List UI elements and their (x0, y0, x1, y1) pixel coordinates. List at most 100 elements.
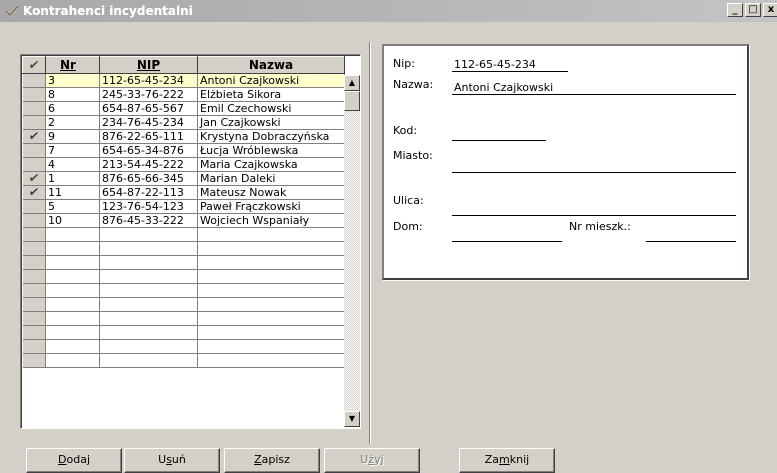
table-row[interactable]: 10 876-45-33-222 Wojciech Wspaniały (22, 213, 345, 228)
table-row[interactable]: 7 654-65-34-876 Łucja Wróblewska (22, 143, 345, 158)
empty-cell[interactable] (99, 311, 198, 326)
cell-nip[interactable]: 654-65-34-876 (99, 143, 198, 158)
table-row[interactable]: 8 245-33-76-222 Elżbieta Sikora (22, 87, 345, 102)
row-check-cell[interactable] (22, 311, 46, 326)
empty-cell[interactable] (45, 325, 100, 340)
cell-nr[interactable]: 11 (45, 185, 100, 200)
uzyj-button[interactable]: Użyj (324, 448, 420, 473)
cell-nazwa[interactable]: Krystyna Dobraczyńska (197, 129, 345, 144)
scroll-thumb[interactable] (344, 91, 360, 111)
row-check-cell[interactable] (22, 339, 46, 354)
empty-cell[interactable] (45, 227, 100, 242)
table-row[interactable]: 5 123-76-54-123 Paweł Frączkowski (22, 199, 345, 214)
empty-cell[interactable] (99, 255, 198, 270)
cell-nr[interactable]: 1 (45, 171, 100, 186)
empty-row[interactable] (22, 269, 345, 284)
empty-row[interactable] (22, 339, 345, 354)
contractors-grid[interactable]: ✔ Nr NIP Nazwa 3 112-65-45-234 Antoni Czaj… (20, 54, 361, 429)
empty-row[interactable] (22, 283, 345, 298)
empty-row[interactable] (22, 297, 345, 312)
cell-nip[interactable]: 245-33-76-222 (99, 87, 198, 102)
row-check-cell[interactable] (22, 73, 46, 88)
cell-nr[interactable]: 3 (45, 73, 100, 88)
cell-nr[interactable]: 10 (45, 213, 100, 228)
empty-cell[interactable] (99, 241, 198, 256)
scroll-up-button[interactable]: ▲ (344, 75, 360, 91)
cell-nazwa[interactable]: Emil Czechowski (197, 101, 345, 116)
empty-cell[interactable] (197, 283, 345, 298)
empty-cell[interactable] (45, 283, 100, 298)
table-row[interactable]: 4 213-54-45-222 Maria Czajkowska (22, 157, 345, 172)
cell-nr[interactable]: 6 (45, 101, 100, 116)
cell-nazwa[interactable]: Antoni Czajkowski (197, 73, 345, 88)
cell-nazwa[interactable]: Elżbieta Sikora (197, 87, 345, 102)
kod-field[interactable] (452, 140, 546, 141)
cell-nr[interactable]: 2 (45, 115, 100, 130)
empty-cell[interactable] (45, 297, 100, 312)
grid-vertical-scrollbar[interactable]: ▲ ▼ (344, 75, 360, 427)
cell-nr[interactable]: 5 (45, 199, 100, 214)
empty-cell[interactable] (99, 353, 198, 368)
row-check-cell[interactable] (22, 297, 46, 312)
cell-nip[interactable]: 112-65-45-234 (99, 73, 198, 88)
empty-cell[interactable] (99, 297, 198, 312)
table-row[interactable]: 3 112-65-45-234 Antoni Czajkowski (22, 73, 345, 88)
empty-cell[interactable] (197, 311, 345, 326)
column-header-check[interactable]: ✔ (22, 56, 46, 74)
row-check-cell[interactable] (22, 199, 46, 214)
splitter[interactable] (369, 42, 371, 444)
row-check-cell[interactable] (22, 269, 46, 284)
empty-cell[interactable] (99, 269, 198, 284)
row-check-cell[interactable] (22, 213, 46, 228)
row-check-cell[interactable] (22, 353, 46, 368)
row-check-cell[interactable] (22, 157, 46, 172)
row-check-cell[interactable] (22, 101, 46, 116)
row-check-cell[interactable] (22, 87, 46, 102)
table-row[interactable]: 2 234-76-45-234 Jan Czajkowski (22, 115, 345, 130)
empty-cell[interactable] (99, 283, 198, 298)
miasto-field[interactable] (452, 172, 736, 173)
dom-field[interactable] (452, 241, 562, 242)
empty-cell[interactable] (197, 353, 345, 368)
cell-nip[interactable]: 654-87-22-113 (99, 185, 198, 200)
cell-nazwa[interactable]: Maria Czajkowska (197, 157, 345, 172)
row-check-cell[interactable] (22, 283, 46, 298)
cell-nazwa[interactable]: Wojciech Wspaniały (197, 213, 345, 228)
column-header-nazwa[interactable]: Nazwa (197, 56, 345, 74)
empty-row[interactable] (22, 353, 345, 368)
cell-nazwa[interactable]: Paweł Frączkowski (197, 199, 345, 214)
cell-nr[interactable]: 8 (45, 87, 100, 102)
usun-button[interactable]: Usuń (124, 448, 220, 473)
window-titlebar[interactable]: Kontrahenci incydentalni _ □ x (0, 0, 777, 22)
empty-row[interactable] (22, 255, 345, 270)
row-check-cell[interactable] (22, 241, 46, 256)
empty-cell[interactable] (197, 297, 345, 312)
empty-cell[interactable] (197, 269, 345, 284)
row-check-cell[interactable] (22, 325, 46, 340)
empty-cell[interactable] (197, 227, 345, 242)
empty-cell[interactable] (197, 241, 345, 256)
empty-cell[interactable] (45, 311, 100, 326)
minimize-button[interactable]: _ (727, 3, 743, 17)
empty-cell[interactable] (197, 255, 345, 270)
cell-nr[interactable]: 7 (45, 143, 100, 158)
empty-cell[interactable] (99, 227, 198, 242)
empty-cell[interactable] (197, 339, 345, 354)
dodaj-button[interactable]: Dodaj (26, 448, 122, 473)
cell-nip[interactable]: 654-87-65-567 (99, 101, 198, 116)
cell-nip[interactable]: 876-45-33-222 (99, 213, 198, 228)
table-row[interactable]: ✔ 1 876-65-66-345 Marian Daleki (22, 171, 345, 186)
table-row[interactable]: ✔ 11 654-87-22-113 Mateusz Nowak (22, 185, 345, 200)
row-check-cell[interactable] (22, 143, 46, 158)
empty-cell[interactable] (45, 255, 100, 270)
zamknij-button[interactable]: Zamknij (459, 448, 555, 473)
empty-cell[interactable] (99, 325, 198, 340)
row-check-cell[interactable] (22, 227, 46, 242)
empty-cell[interactable] (45, 339, 100, 354)
cell-nip[interactable]: 213-54-45-222 (99, 157, 198, 172)
column-header-nr[interactable]: Nr (45, 56, 100, 74)
cell-nip[interactable]: 876-65-66-345 (99, 171, 198, 186)
cell-nazwa[interactable]: Łucja Wróblewska (197, 143, 345, 158)
empty-row[interactable] (22, 241, 345, 256)
scroll-down-button[interactable]: ▼ (344, 411, 360, 427)
